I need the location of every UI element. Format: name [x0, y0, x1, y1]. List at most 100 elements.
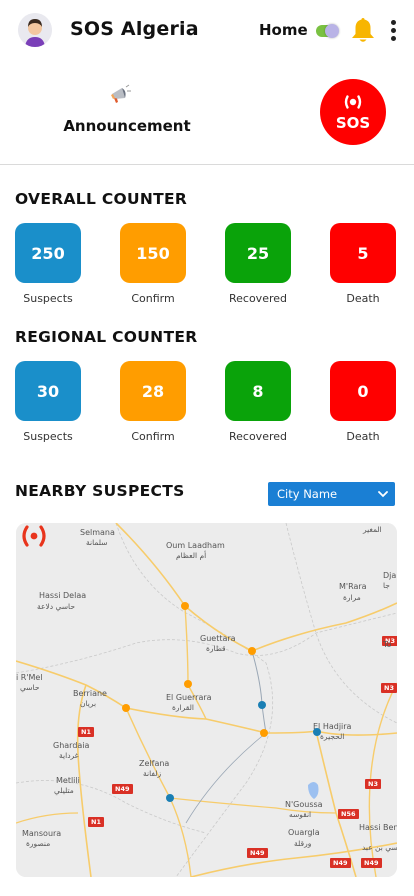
map-place-label: قطارة [206, 644, 226, 653]
map-place-label: Berriane [73, 689, 107, 698]
map-place-label: أم العظام [176, 551, 207, 560]
suspect-marker[interactable] [166, 794, 174, 802]
map-place-label: Ouargla [288, 828, 320, 837]
map-place-label: Dja [383, 571, 397, 580]
road-badge: N3 [381, 683, 397, 693]
counter-label: Suspects [23, 430, 73, 443]
map-place-label: Zelfana [139, 759, 170, 768]
home-label[interactable]: Home [259, 21, 308, 39]
counter-value: 8 [225, 361, 291, 421]
overall-counter-row: 250 Suspects 150 Confirm 25 Recovered 5 … [15, 223, 399, 313]
counter-value: 250 [15, 223, 81, 283]
suspect-marker[interactable] [184, 680, 192, 688]
regional-counter-row: 30 Suspects 28 Confirm 8 Recovered 0 Dea… [15, 361, 399, 451]
nearby-map[interactable]: N1 N49 N1 N3 N3 N56 N49 N49 N49 N3 Selma… [16, 523, 397, 877]
regional-recovered-counter[interactable]: 8 Recovered [225, 361, 291, 443]
regional-death-counter[interactable]: 0 Death [330, 361, 396, 443]
map-place-label: N'Goussa [285, 800, 323, 809]
suspect-marker[interactable] [313, 728, 321, 736]
road-badge: N49 [361, 858, 382, 868]
map-place-label: غرداية [59, 751, 79, 760]
counter-value: 5 [330, 223, 396, 283]
app-title: SOS Algeria [70, 18, 199, 40]
map-place-label: المغير [363, 525, 382, 534]
suspect-marker[interactable] [122, 704, 130, 712]
overall-recovered-counter[interactable]: 25 Recovered [225, 223, 291, 305]
map-place-label: Ghardaia [53, 741, 90, 750]
suspect-marker[interactable] [260, 729, 268, 737]
counter-label: Confirm [131, 430, 175, 443]
map-place-label: جا [383, 581, 390, 590]
counter-label: Recovered [228, 430, 287, 443]
counter-label: Death [346, 292, 380, 305]
counter-value: 28 [120, 361, 186, 421]
overall-death-counter[interactable]: 5 Death [330, 223, 396, 305]
overall-counter-title: OVERALL COUNTER [15, 190, 188, 208]
map-place-label: منصورة [26, 839, 51, 848]
map-place-label: انقوسه [289, 810, 312, 819]
chevron-down-icon [378, 491, 388, 498]
counter-label: Confirm [131, 292, 175, 305]
toggle-knob [325, 24, 339, 38]
map-place-label: Hassi Delaa [39, 591, 87, 600]
map-place-label: To [383, 640, 392, 649]
counter-value: 25 [225, 223, 291, 283]
announcement-label: Announcement [63, 117, 191, 135]
counter-value: 150 [120, 223, 186, 283]
app-header: SOS Algeria Home [0, 0, 414, 62]
map-place-label: Hassi Ben Abdellah [359, 823, 397, 832]
more-menu-icon[interactable] [386, 18, 402, 44]
road-badge: N3 [365, 779, 381, 789]
map-place-label: مرارة [343, 593, 361, 602]
map-place-label: i R'Mel [16, 673, 43, 682]
avatar-icon [18, 13, 52, 47]
counter-label: Death [346, 430, 380, 443]
map-place-label: El Guerrara [166, 693, 212, 702]
city-select-value: City Name [277, 487, 338, 501]
sos-location-icon[interactable] [16, 523, 52, 549]
sos-button[interactable]: SOS [320, 79, 386, 145]
map-place-label: الحجيرة [320, 732, 345, 741]
map-place-label: زلفانة [143, 769, 162, 778]
map-place-label: بريان [80, 699, 97, 708]
overall-confirm-counter[interactable]: 150 Confirm [120, 223, 186, 305]
suspect-marker[interactable] [181, 602, 189, 610]
map-place-label: M'Rara [339, 582, 367, 591]
suspect-marker[interactable] [258, 701, 266, 709]
counter-label: Recovered [228, 292, 287, 305]
road-badge: N49 [330, 858, 351, 868]
map-place-label: سلمانة [86, 538, 108, 547]
suspect-marker[interactable] [248, 647, 256, 655]
sos-signal-icon [344, 95, 362, 109]
megaphone-icon [111, 84, 131, 103]
road-badge: N49 [247, 848, 268, 858]
road-badge: N49 [112, 784, 133, 794]
map-place-label: حاسي دلاعة [37, 602, 75, 611]
map-place-label: متليلي [54, 786, 74, 795]
overall-suspects-counter[interactable]: 250 Suspects [15, 223, 81, 305]
map-place-label: حاسي بن عبد [362, 843, 397, 852]
regional-suspects-counter[interactable]: 30 Suspects [15, 361, 81, 443]
counter-value: 0 [330, 361, 396, 421]
map-place-label: القرارة [172, 703, 194, 712]
city-select[interactable]: City Name [268, 482, 395, 506]
avatar[interactable] [18, 13, 52, 47]
map-place-label: Oum Laadham [166, 541, 225, 550]
home-toggle[interactable] [316, 24, 339, 38]
map-place-label: حاسي [20, 683, 40, 692]
map-place-label: Mansoura [22, 829, 62, 838]
sos-label: SOS [335, 114, 371, 132]
counter-value: 30 [15, 361, 81, 421]
road-badge: N1 [88, 817, 104, 827]
nearby-suspects-title: NEARBY SUSPECTS [15, 482, 185, 500]
regional-counter-title: REGIONAL COUNTER [15, 328, 198, 346]
divider [0, 164, 414, 165]
bell-icon[interactable] [350, 16, 376, 44]
regional-confirm-counter[interactable]: 28 Confirm [120, 361, 186, 443]
announcement-button[interactable]: Announcement [60, 78, 194, 140]
counter-label: Suspects [23, 292, 73, 305]
map-place-label: Metlili [56, 776, 80, 785]
road-badge: N56 [338, 809, 359, 819]
map-place-label: Selmana [80, 528, 115, 537]
road-badge: N1 [78, 727, 94, 737]
